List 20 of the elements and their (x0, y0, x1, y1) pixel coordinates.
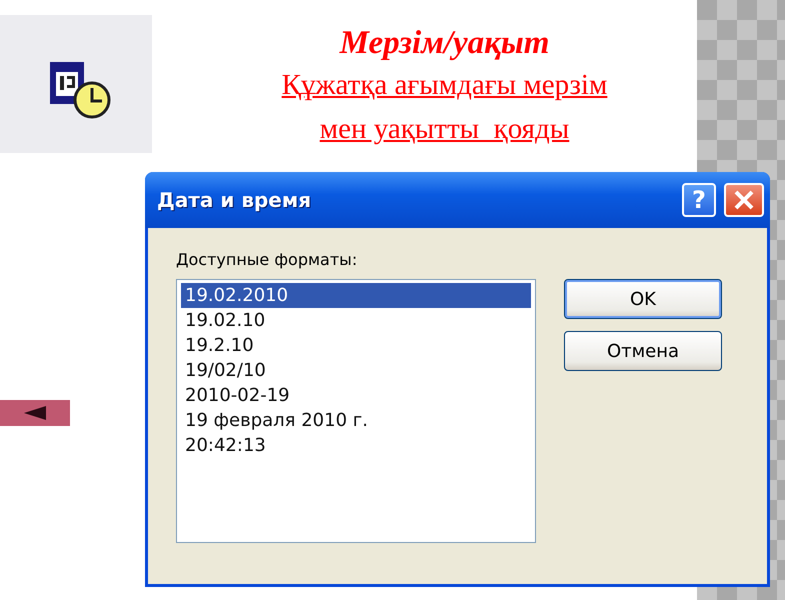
cancel-button[interactable]: Отмена (564, 331, 722, 371)
close-icon (733, 189, 755, 211)
calendar-clock-icon (48, 60, 112, 120)
close-button[interactable] (724, 183, 764, 217)
list-item[interactable]: 19 февраля 2010 г. (181, 408, 531, 433)
slide-subtitle: мен уақытты қояды (320, 112, 570, 147)
formats-list[interactable]: 19.02.2010 19.02.10 19.2.10 19/02/10 2010-02-19 19 февраля 2010 г. 20:42:13 (176, 279, 536, 543)
list-item[interactable]: 19.02.10 (181, 308, 531, 333)
list-item[interactable]: 20:42:13 (181, 433, 531, 458)
back-button[interactable] (0, 400, 70, 426)
list-item[interactable]: 19/02/10 (181, 358, 531, 383)
list-label: Доступные форматы: (176, 250, 358, 269)
list-item[interactable]: 19.2.10 (181, 333, 531, 358)
list-item[interactable]: 2010-02-19 (181, 383, 531, 408)
slide-title: Мерзім/уақыт (340, 24, 550, 63)
left-triangle-icon (24, 406, 46, 420)
ok-button[interactable]: OK (564, 279, 722, 319)
window-title: Дата и время (157, 188, 312, 212)
slide-subtitle: Құжатқа ағымдағы мерзім (282, 68, 608, 103)
list-item[interactable]: 19.02.2010 (181, 283, 531, 308)
